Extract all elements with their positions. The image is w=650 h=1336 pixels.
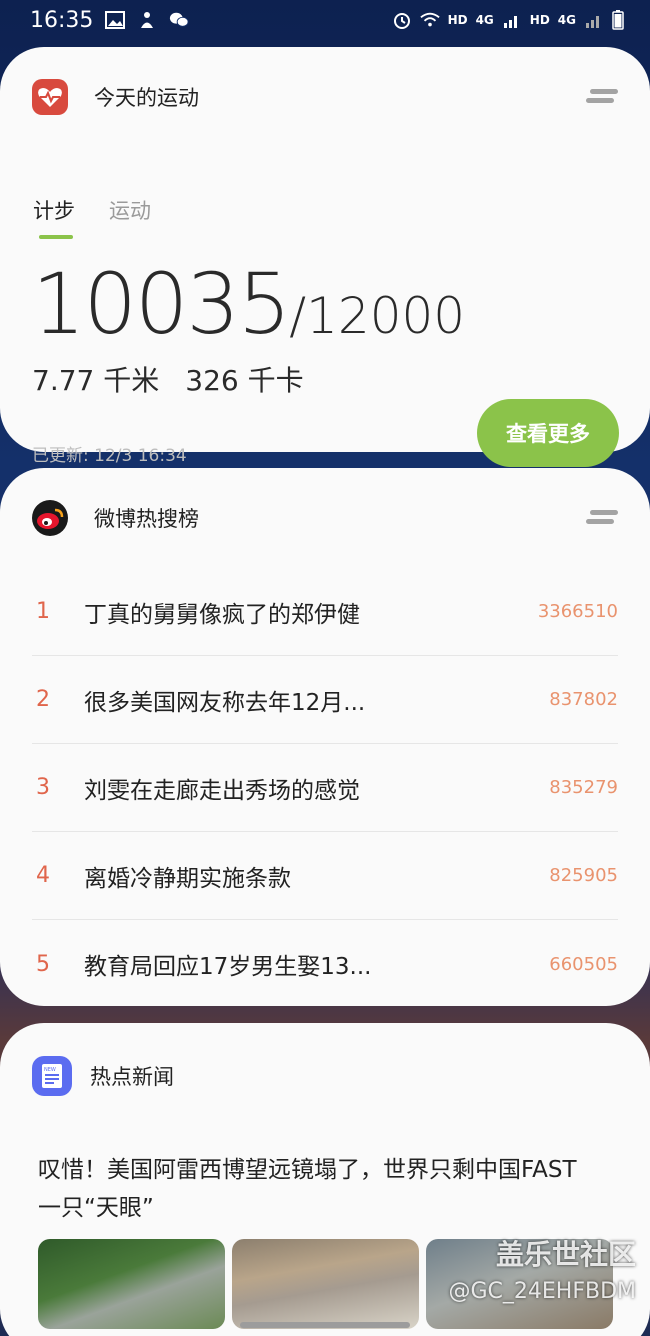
network-label: HD: [529, 13, 550, 27]
hot-count: 825905: [549, 865, 618, 886]
hot-count: 837802: [549, 689, 618, 710]
hot-count: 835279: [549, 777, 618, 798]
figure-icon: [141, 12, 154, 28]
home-indicator[interactable]: [240, 1322, 410, 1328]
card-title: 微博热搜榜: [94, 507, 199, 531]
network-label: 4G: [557, 13, 576, 27]
heart-rate-icon: [32, 79, 68, 115]
fitness-tabs: 计步 运动: [33, 195, 151, 239]
weibo-icon: [32, 500, 68, 536]
hot-count: 3366510: [537, 601, 618, 622]
news-headline[interactable]: 叹惜！美国阿雷西博望远镜塌了，世界只剩中国FAST一只“天眼”: [38, 1151, 598, 1227]
status-bar: 16:35 HD 4G HD 4G: [0, 0, 650, 40]
list-item[interactable]: 3 刘雯在走廊走出秀场的感觉 835279: [32, 744, 618, 832]
list-item[interactable]: 4 离婚冷静期实施条款 825905: [32, 832, 618, 920]
signal-icon: [586, 16, 599, 28]
hot-count: 660505: [549, 953, 618, 975]
fitness-card[interactable]: 今天的运动 计步 运动 10035 /12000 7.77 千米 326 千卡 …: [0, 47, 650, 467]
network-label: HD: [447, 13, 468, 27]
view-more-button[interactable]: 查看更多: [477, 399, 619, 467]
list-item[interactable]: 5 教育局回应17岁男生娶13... 660505: [32, 920, 618, 1008]
card-title: 热点新闻: [90, 1065, 174, 1089]
wechat-icon: [170, 12, 189, 27]
tab-steps[interactable]: 计步: [33, 195, 75, 239]
step-counter: 10035 /12000: [32, 255, 465, 353]
network-label: 4G: [475, 13, 494, 27]
rank-number: 5: [36, 951, 50, 977]
rank-number: 1: [36, 599, 50, 624]
wifi-icon: [419, 12, 440, 27]
weibo-hot-card: 微博热搜榜 1 丁真的舅舅像疯了的郑伊健 3366510 2 很多美国网友称去年…: [0, 468, 650, 1006]
watermark-handle: @GC_24EHFBDM: [448, 1279, 636, 1304]
calories-value: 326 千卡: [185, 364, 304, 397]
watermark-title: 盖乐世社区: [495, 1238, 636, 1271]
last-updated: 已更新: 12/3 16:34: [32, 446, 187, 466]
news-icon-label: NEW: [44, 1067, 56, 1073]
drag-handle-icon[interactable]: [586, 89, 618, 105]
card-title: 今天的运动: [94, 86, 199, 110]
drag-handle-icon[interactable]: [586, 510, 618, 526]
step-goal: /12000: [289, 287, 466, 345]
status-time: 16:35: [30, 7, 94, 33]
battery-icon: [612, 10, 624, 30]
hot-topic: 教育局回应17岁男生娶13...: [84, 954, 372, 980]
tab-exercise[interactable]: 运动: [109, 195, 151, 239]
hot-topic: 离婚冷静期实施条款: [84, 865, 291, 892]
news-thumbnail[interactable]: [38, 1239, 225, 1329]
hot-topic: 丁真的舅舅像疯了的郑伊健: [84, 601, 360, 628]
distance-value: 7.77 千米: [32, 364, 160, 397]
hot-topic: 很多美国网友称去年12月...: [84, 689, 366, 716]
rank-number: 4: [36, 863, 50, 888]
activity-stats: 7.77 千米 326 千卡: [32, 359, 304, 399]
watermark: 盖乐世社区 @GC_24EHFBDM: [448, 1233, 636, 1304]
list-item[interactable]: 2 很多美国网友称去年12月... 837802: [32, 656, 618, 744]
hot-search-list: 1 丁真的舅舅像疯了的郑伊健 3366510 2 很多美国网友称去年12月...…: [32, 568, 618, 1008]
rank-number: 2: [36, 687, 50, 712]
hot-topic: 刘雯在走廊走出秀场的感觉: [84, 777, 360, 804]
step-count: 10035: [32, 255, 291, 353]
news-icon: NEW: [32, 1056, 72, 1096]
rank-number: 3: [36, 775, 50, 800]
signal-icon: [503, 16, 517, 28]
news-thumbnail[interactable]: [232, 1239, 419, 1329]
image-icon: [105, 11, 126, 29]
list-item[interactable]: 1 丁真的舅舅像疯了的郑伊健 3366510: [32, 568, 618, 656]
alarm-icon: [393, 13, 410, 29]
